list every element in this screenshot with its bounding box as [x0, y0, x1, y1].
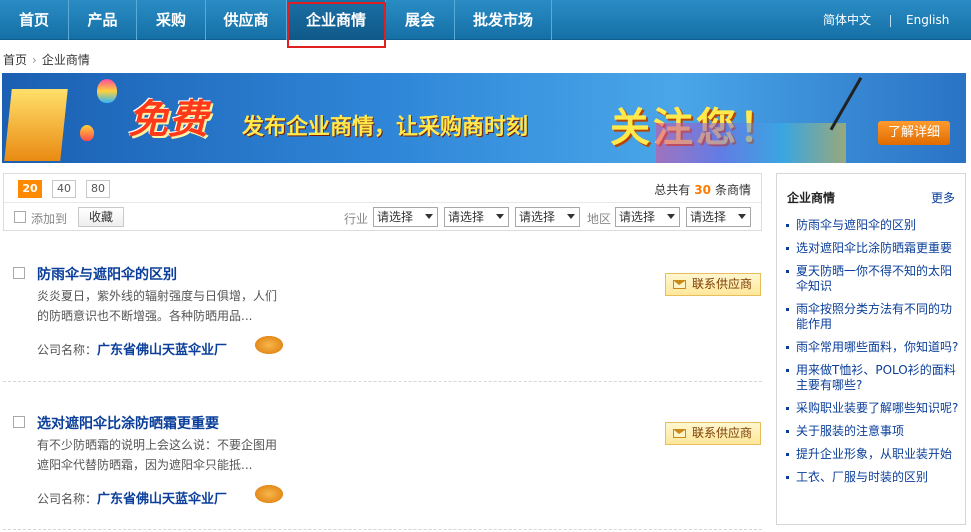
- company-label: 公司名称：: [37, 492, 98, 506]
- industry-select-2[interactable]: 请选择: [444, 207, 509, 227]
- industry-select-3[interactable]: 请选择: [515, 207, 580, 227]
- sidebar-item[interactable]: 采购职业装要了解哪些知识呢?: [785, 401, 960, 416]
- favorite-button[interactable]: 收藏: [78, 207, 124, 227]
- item-description-line: 的防晒意识也不断增强。各种防晒用品...: [37, 309, 253, 323]
- nav-home[interactable]: 首页: [0, 0, 69, 40]
- total-count: 总共有 30 条商情: [654, 181, 751, 198]
- banner-free-text: 免费: [128, 96, 208, 143]
- item-description-line: 有不少防晒霜的说明上会这么说：不要企图用: [37, 438, 278, 452]
- industry-select-1-value: 请选择: [377, 210, 414, 224]
- banner-logo-graphic: [4, 89, 68, 161]
- promo-banner[interactable]: 免费 发布企业商情，让采购商时刻 关注您！ 了解详细: [2, 73, 966, 163]
- item-checkbox[interactable]: [13, 267, 25, 279]
- balloon-icon: [97, 79, 117, 103]
- contact-supplier-label: 联系供应商: [692, 426, 753, 440]
- region-select-2[interactable]: 请选择: [686, 207, 751, 227]
- sidebar-item[interactable]: 提升企业形象，从职业装开始: [785, 447, 960, 462]
- page-size-20[interactable]: 20: [18, 180, 42, 198]
- sidebar-item[interactable]: 雨伞常用哪些面料，你知道吗?: [785, 340, 960, 355]
- total-prefix: 总共有: [654, 183, 691, 197]
- item-description: 炎炎夏日，紫外线的辐射强度与日俱增，人们 的防晒意识也不断增强。各种防晒用品..…: [37, 286, 287, 326]
- item-title-link[interactable]: 选对遮阳伞比涂防晒霜更重要: [37, 413, 219, 433]
- nav-wholesale-market[interactable]: 批发市场: [455, 0, 552, 40]
- filter-bar: 20 40 80 总共有 30 条商情 添加到 收藏 行业 请选择 请选择 请选择 …: [3, 173, 762, 231]
- breadcrumb-home[interactable]: 首页: [3, 52, 27, 68]
- item-company: 公司名称：广东省佛山天蓝伞业厂: [37, 488, 227, 507]
- item-checkbox[interactable]: [13, 416, 25, 428]
- handshake-icon: [255, 336, 283, 354]
- banner-learn-more-button[interactable]: 了解详细: [878, 121, 950, 145]
- contact-supplier-button[interactable]: 联系供应商: [665, 422, 761, 445]
- item-divider: [3, 529, 762, 530]
- company-name-link[interactable]: 广东省佛山天蓝伞业厂: [97, 343, 227, 358]
- sidebar-item[interactable]: 防雨伞与遮阳伞的区别: [785, 218, 960, 233]
- contact-supplier-label: 联系供应商: [692, 277, 753, 291]
- industry-label: 行业: [344, 212, 369, 226]
- banner-subtitle: 发布企业商情，让采购商时刻: [242, 115, 529, 140]
- nav-exhibition[interactable]: 展会: [386, 0, 455, 40]
- sidebar-item[interactable]: 工衣、厂服与时装的区别: [785, 470, 960, 485]
- region-select-1[interactable]: 请选择: [615, 207, 680, 227]
- select-all-checkbox[interactable]: [14, 211, 26, 223]
- dropdown-arrow-icon: [738, 214, 746, 219]
- item-company: 公司名称：广东省佛山天蓝伞业厂: [37, 339, 227, 358]
- total-suffix: 条商情: [714, 183, 751, 197]
- sidebar-header: 企业商情 更多: [777, 174, 965, 208]
- total-number: 30: [694, 183, 711, 197]
- item-description-line: 炎炎夏日，紫外线的辐射强度与日俱增，人们: [37, 289, 278, 303]
- chevron-right-icon: ›: [32, 53, 37, 67]
- sidebar-item[interactable]: 用来做T恤衫、POLO衫的面料主要有哪些?: [785, 363, 960, 393]
- region-select-1-value: 请选择: [619, 210, 656, 224]
- item-description: 有不少防晒霜的说明上会这么说：不要企图用 遮阳伞代替防晒霜，因为遮阳伞只能抵..…: [37, 435, 287, 475]
- banner-city-graphic: [656, 123, 846, 163]
- lang-divider: [890, 15, 891, 27]
- add-to-label: 添加到: [31, 212, 68, 226]
- sidebar-item[interactable]: 关于服装的注意事项: [785, 424, 960, 439]
- nav-products[interactable]: 产品: [69, 0, 137, 40]
- nav-purchase[interactable]: 采购: [137, 0, 206, 40]
- company-label: 公司名称：: [37, 343, 98, 357]
- sidebar-title: 企业商情: [787, 191, 836, 205]
- dropdown-arrow-icon: [567, 214, 575, 219]
- industry-select-2-value: 请选择: [448, 210, 485, 224]
- mail-icon: [673, 429, 686, 438]
- sidebar-item[interactable]: 雨伞按照分类方法有不同的功能作用: [785, 302, 960, 332]
- dropdown-arrow-icon: [496, 214, 504, 219]
- list-item: 防雨伞与遮阳伞的区别 炎炎夏日，紫外线的辐射强度与日俱增，人们 的防晒意识也不断…: [3, 264, 762, 364]
- region-select-2-value: 请选择: [690, 210, 727, 224]
- industry-select-3-value: 请选择: [519, 210, 556, 224]
- sidebar-item[interactable]: 夏天防晒一你不得不知的太阳伞知识: [785, 264, 960, 294]
- company-name-link[interactable]: 广东省佛山天蓝伞业厂: [97, 492, 227, 507]
- sidebar-item[interactable]: 选对遮阳伞比涂防晒霜更重要: [785, 241, 960, 256]
- item-description-line: 遮阳伞代替防晒霜，因为遮阳伞只能抵...: [37, 458, 253, 472]
- item-divider: [3, 381, 762, 382]
- lang-english[interactable]: English: [906, 0, 949, 40]
- sidebar-more-link[interactable]: 更多: [931, 189, 955, 206]
- nav-business-news[interactable]: 企业商情: [287, 0, 386, 40]
- region-label: 地区: [587, 212, 612, 226]
- handshake-icon: [255, 485, 283, 503]
- sidebar-list: 防雨伞与遮阳伞的区别 选对遮阳伞比涂防晒霜更重要 夏天防晒一你不得不知的太阳伞知…: [785, 218, 960, 493]
- industry-select-1[interactable]: 请选择: [373, 207, 438, 227]
- nav-suppliers[interactable]: 供应商: [206, 0, 287, 40]
- filter-divider: [4, 202, 761, 203]
- page-size-40[interactable]: 40: [52, 180, 76, 198]
- breadcrumb-current: 企业商情: [41, 53, 90, 67]
- lang-simplified-chinese[interactable]: 简体中文: [823, 0, 871, 40]
- list-item: 选对遮阳伞比涂防晒霜更重要 有不少防晒霜的说明上会这么说：不要企图用 遮阳伞代替…: [3, 413, 762, 513]
- contact-supplier-button[interactable]: 联系供应商: [665, 273, 761, 296]
- balloon-icon: [80, 125, 94, 141]
- dropdown-arrow-icon: [667, 214, 675, 219]
- page-size-80[interactable]: 80: [86, 180, 110, 198]
- dropdown-arrow-icon: [425, 214, 433, 219]
- item-title-link[interactable]: 防雨伞与遮阳伞的区别: [37, 264, 177, 284]
- breadcrumb: 首页 › 企业商情: [3, 52, 90, 68]
- mail-icon: [673, 280, 686, 289]
- sidebar-business-news: 企业商情 更多 防雨伞与遮阳伞的区别 选对遮阳伞比涂防晒霜更重要 夏天防晒一你不…: [776, 173, 966, 525]
- top-nav: 首页 产品 采购 供应商 企业商情 展会 批发市场 简体中文 English: [0, 0, 971, 40]
